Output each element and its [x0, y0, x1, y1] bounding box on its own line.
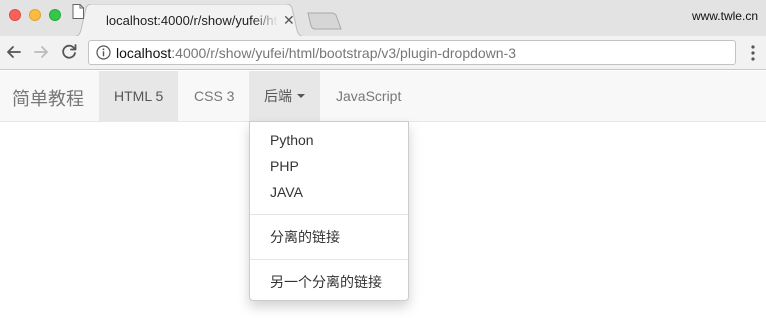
url-host: localhost: [116, 45, 172, 61]
dropdown-item-java[interactable]: JAVA: [250, 179, 408, 205]
window-maximize-button[interactable]: [49, 9, 61, 21]
nav-item-label: CSS 3: [194, 88, 235, 104]
dropdown-menu: Python PHP JAVA 分离的链接 另一个分离的链接: [249, 121, 409, 301]
nav-item-javascript[interactable]: JavaScript: [321, 71, 416, 121]
info-icon[interactable]: [96, 45, 111, 60]
window-close-button[interactable]: [9, 9, 21, 21]
nav-item-label: JavaScript: [336, 88, 402, 104]
navbar: 简单教程 HTML 5 CSS 3 后端 JavaScript: [0, 71, 766, 122]
nav-item-label: 后端: [264, 88, 292, 104]
reload-icon[interactable]: [59, 42, 79, 62]
dropdown-item-separated-link[interactable]: 分离的链接: [250, 224, 408, 250]
nav-item-html5[interactable]: HTML 5: [99, 71, 179, 121]
url-path: :4000/r/show/yufei/html/bootstrap/v3/plu…: [171, 45, 517, 61]
dropdown-item-php[interactable]: PHP: [250, 153, 408, 179]
back-arrow-icon[interactable]: [4, 42, 24, 62]
profile-label[interactable]: www.twle.cn: [692, 9, 758, 23]
new-tab-button[interactable]: [306, 12, 342, 30]
browser-titlebar: localhost:4000/r/show/yufei/html/bootstr…: [0, 0, 766, 37]
dropdown-item-another-separated-link[interactable]: 另一个分离的链接: [250, 269, 408, 295]
nav-item-label: HTML 5: [114, 88, 164, 104]
kebab-menu-icon[interactable]: [746, 44, 760, 62]
tab-title: localhost:4000/r/show/yufei/html/bootstr…: [106, 13, 278, 28]
forward-arrow-icon[interactable]: [31, 42, 51, 62]
url-text: localhost:4000/r/show/yufei/html/bootstr…: [116, 45, 516, 61]
caret-down-icon: [297, 94, 305, 99]
tab-close-icon[interactable]: ✕: [283, 12, 295, 29]
dropdown-item-python[interactable]: Python: [250, 127, 408, 153]
nav-item-backend-dropdown[interactable]: 后端: [249, 71, 320, 121]
dropdown-divider: [250, 214, 408, 215]
nav-item-css3[interactable]: CSS 3: [179, 71, 249, 121]
page-icon: [72, 4, 84, 19]
dropdown-divider: [250, 259, 408, 260]
browser-tab-active[interactable]: localhost:4000/r/show/yufei/html/bootstr…: [72, 4, 306, 37]
window-minimize-button[interactable]: [29, 9, 41, 21]
browser-toolbar: localhost:4000/r/show/yufei/html/bootstr…: [0, 36, 766, 70]
navbar-brand[interactable]: 简单教程: [12, 85, 84, 111]
address-bar[interactable]: localhost:4000/r/show/yufei/html/bootstr…: [88, 40, 736, 65]
